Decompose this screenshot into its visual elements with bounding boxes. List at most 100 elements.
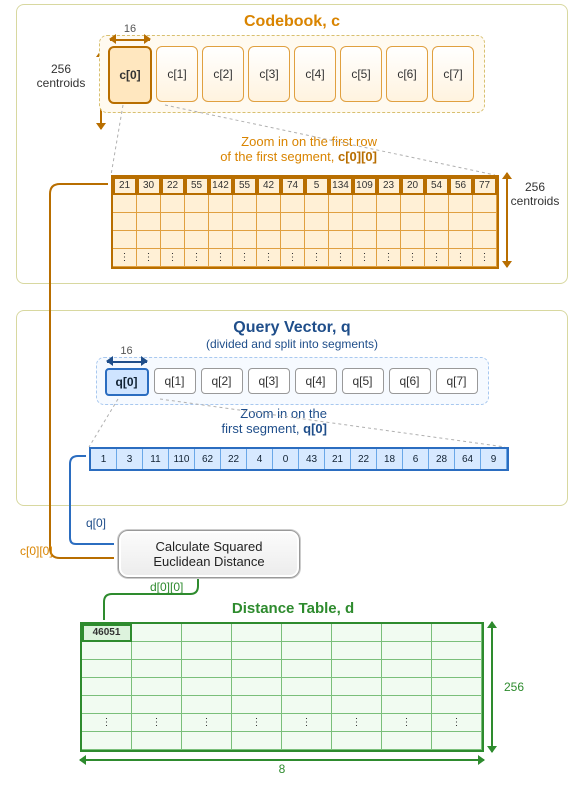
query-dim16-label: 16 [120,345,132,357]
distance-cell [282,642,332,660]
query-cell: 110 [169,449,195,469]
codebook-cell: ⋮ [161,249,185,267]
query-cell: 28 [429,449,455,469]
codebook-cell [377,231,401,249]
query-zoom-caption: Zoom in on the first segment, q[0] [147,407,327,437]
codebook-cell [233,195,257,213]
query-cell: 6 [403,449,429,469]
query-dim16-arrow: 16 [107,355,147,369]
distance-cell: ⋮ [82,714,132,732]
distance-cell [232,624,282,642]
codebook-cell [209,231,233,249]
distance-cell [332,696,382,714]
distance-cell [332,624,382,642]
distance-cell [182,642,232,660]
distance-cell [232,696,282,714]
distance-cell: ⋮ [282,714,332,732]
codebook-centroids-label: 256 centroids [33,63,89,91]
codebook-cell [137,231,161,249]
codebook-cell [305,195,329,213]
codebook-cell [305,231,329,249]
distance-cell [132,624,182,642]
codebook-cell: ⋮ [185,249,209,267]
codebook-cell [281,195,305,213]
distance-cell [182,660,232,678]
distance-cell [432,678,482,696]
distance-cell: ⋮ [132,714,182,732]
query-cell: 22 [221,449,247,469]
codebook-cell [185,213,209,231]
codebook-cell [209,213,233,231]
query-segment-row: q[0]q[1]q[2]q[3]q[4]q[5]q[6]q[7] [105,368,478,396]
query-cell: 18 [377,449,403,469]
query-cell: 9 [481,449,507,469]
query-detail: 131111062224043212218628649 [89,447,509,471]
query-cell: 0 [273,449,299,469]
codebook-cell [377,213,401,231]
distance-cell [382,732,432,750]
query-cell: 62 [195,449,221,469]
codebook-cell [401,231,425,249]
codebook-cell [137,213,161,231]
query-segment: q[7] [436,368,478,394]
distance-cell [432,642,482,660]
query-segment: q[0] [105,368,149,396]
distance-cell [332,642,382,660]
query-detail-grid: 131111062224043212218628649 [89,447,509,471]
codebook-cell [305,213,329,231]
codebook-cell [257,231,281,249]
distance-cell [432,660,482,678]
codebook-detail-centroids-arrow [501,173,513,267]
codebook-cell [329,231,353,249]
distance-cell: ⋮ [432,714,482,732]
distance-cell: ⋮ [232,714,282,732]
query-segment: q[2] [201,368,243,394]
distance-cell [182,624,232,642]
codebook-segments-wrap: 16 c[0]c[1]c[2]c[3]c[4]c[5]c[6]c[7] [99,35,485,113]
query-segment: q[1] [154,368,196,394]
distance-cell: 46051 [82,624,132,642]
distance-table: 46051⋮⋮⋮⋮⋮⋮⋮⋮ 256 8 [80,622,484,752]
query-subtitle: (divided and split into segments) [27,337,557,351]
codebook-cell: 30 [137,177,161,195]
codebook-cell [161,195,185,213]
query-cell: 21 [325,449,351,469]
query-cell: 1 [91,449,117,469]
query-segment: q[5] [342,368,384,394]
codebook-segment: c[3] [248,46,290,102]
codebook-cell [473,213,497,231]
query-segment: q[4] [295,368,337,394]
codebook-panel: Codebook, c 256 centroids 16 c[0]c[1]c[2… [16,4,568,284]
codebook-cell: ⋮ [425,249,449,267]
codebook-cell: 142 [209,177,233,195]
distance-cell [182,678,232,696]
codebook-cell [353,195,377,213]
codebook-title: Codebook, c [27,13,557,31]
codebook-cell [209,195,233,213]
distance-cell [432,732,482,750]
codebook-cell: ⋮ [449,249,473,267]
codebook-cell [353,213,377,231]
flow-d-label: d[0][0] [150,580,183,594]
codebook-cell [449,231,473,249]
codebook-segment: c[5] [340,46,382,102]
codebook-detail: 2130225514255427451341092320545677⋮⋮⋮⋮⋮⋮… [111,175,499,269]
codebook-cell [233,213,257,231]
query-cell: 22 [351,449,377,469]
codebook-cell [329,195,353,213]
query-segment: q[3] [248,368,290,394]
codebook-segment: c[4] [294,46,336,102]
query-cell: 11 [143,449,169,469]
codebook-segment: c[2] [202,46,244,102]
codebook-cell: 42 [257,177,281,195]
calc-line2: Euclidean Distance [129,554,289,569]
codebook-dim16-label: 16 [124,23,136,35]
codebook-cell: 55 [185,177,209,195]
codebook-cell [257,195,281,213]
distance-cell [282,678,332,696]
distance-cell [132,642,182,660]
distance-cell [182,732,232,750]
codebook-cell [425,231,449,249]
codebook-cell: ⋮ [401,249,425,267]
codebook-cell [185,195,209,213]
